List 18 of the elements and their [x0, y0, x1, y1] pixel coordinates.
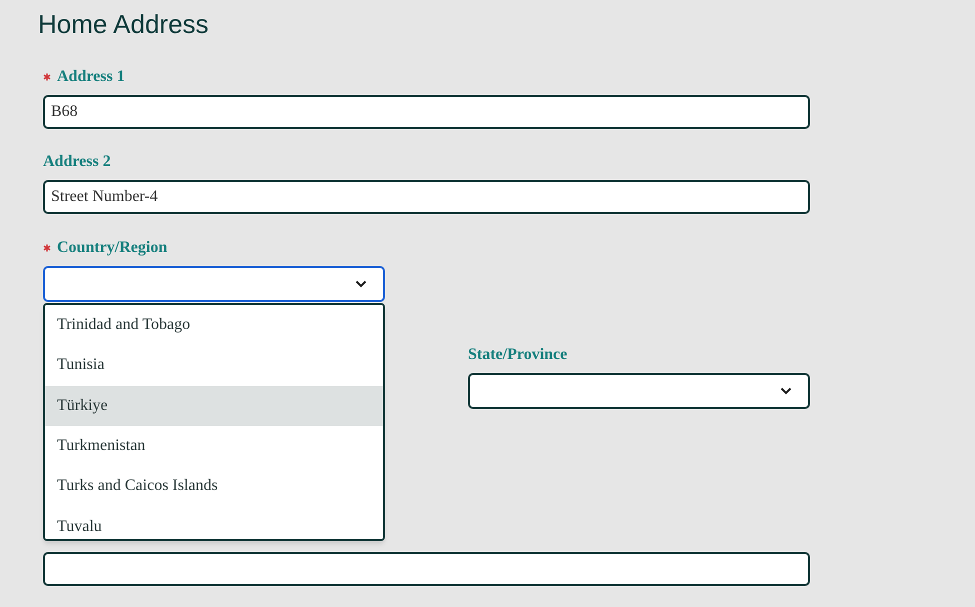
field-label: State/Province [468, 345, 568, 365]
text-field[interactable]: Street Number-4 [43, 180, 810, 214]
dropdown-option[interactable]: Turkmenistan [45, 426, 383, 466]
dropdown-option[interactable]: Tunisia [45, 345, 383, 386]
field-label: Address 1 [57, 67, 125, 87]
dropdown-select[interactable] [468, 373, 810, 409]
chevron-down-icon [355, 280, 367, 288]
dropdown-option[interactable]: Turks and Caicos Islands [45, 466, 383, 506]
chevron-down-icon [780, 387, 792, 395]
field-label: Country/Region [57, 238, 168, 258]
section-title: Home Address [38, 8, 209, 40]
field-label: Address 2 [43, 152, 111, 172]
dropdown-option[interactable]: Trinidad and Tobago [45, 305, 383, 346]
dropdown-option[interactable]: Tuvalu [45, 506, 383, 539]
dropdown-option[interactable]: Türkiye [45, 386, 383, 426]
text-field[interactable]: B68 [43, 95, 810, 129]
dropdown-select[interactable] [43, 266, 385, 302]
text-field[interactable] [43, 552, 810, 586]
